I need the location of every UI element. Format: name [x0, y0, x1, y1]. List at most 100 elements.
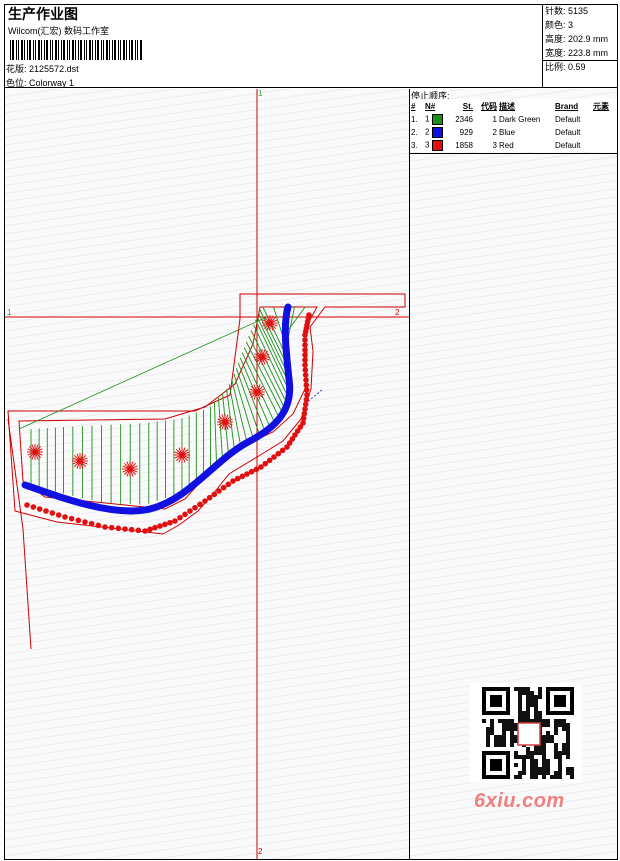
barcode-bar [21, 40, 23, 60]
qr-module [542, 767, 546, 771]
barcode-bar [126, 40, 127, 60]
qr-module [538, 767, 542, 771]
qr-module [542, 775, 546, 779]
stats-separator [542, 60, 618, 61]
red-bead [302, 357, 308, 363]
barcode-bar [35, 40, 36, 60]
red-bead [30, 504, 37, 510]
design-canvas: 1 2 1 2 [5, 89, 410, 859]
qr-module [522, 691, 526, 695]
table-bottom-border [410, 153, 617, 154]
qr-module [566, 739, 570, 743]
qr-module [546, 739, 550, 743]
qr-module [534, 695, 538, 699]
barcode-bar [95, 40, 96, 60]
red-bead [162, 521, 168, 528]
qr-module [542, 743, 546, 747]
red-starburst [27, 444, 43, 460]
barcode-bar [69, 40, 70, 60]
barcode-bar [44, 40, 45, 60]
colorway-value: Colorway 1 [29, 78, 75, 88]
qr-module [526, 687, 530, 691]
qr-finder [554, 695, 566, 707]
qr-module [546, 763, 550, 767]
red-bead [206, 494, 213, 501]
qr-module [526, 695, 530, 699]
barcode-bar [84, 40, 85, 60]
qr-module [542, 747, 546, 751]
barcode-bar [16, 40, 17, 60]
qr-module [558, 771, 562, 775]
red-starburst [249, 384, 265, 400]
design-label: 花版: [6, 64, 27, 74]
qr-module [534, 771, 538, 775]
qr-module [534, 763, 538, 767]
barcode-bar [106, 40, 108, 60]
stat-height: 高度: 202.9 mm [545, 34, 609, 44]
qr-module [482, 719, 486, 723]
red-bead [192, 504, 198, 511]
barcode-bar [109, 40, 110, 60]
red-bead [68, 515, 75, 522]
qr-module [518, 755, 522, 759]
qr-module [518, 775, 522, 779]
qr-module [514, 687, 518, 691]
qr-module [554, 719, 558, 723]
qr-module [490, 727, 494, 731]
qr-module [506, 727, 510, 731]
worksheet-header: 生产作业图 Wilcom(汇宏) 数码工作室 花版: 2125572.dst 色… [4, 4, 618, 88]
barcode-bar [131, 40, 133, 60]
qr-module [534, 767, 538, 771]
qr-module [498, 719, 502, 723]
qr-module [510, 743, 514, 747]
qr-module [566, 755, 570, 759]
seal-stamp [517, 722, 541, 746]
qr-module [566, 771, 570, 775]
stat-width: 宽度: 223.8 mm [545, 48, 609, 58]
red-bead [302, 372, 309, 378]
red-bead [24, 502, 30, 508]
qr-module [542, 759, 546, 763]
barcode-bar [52, 40, 53, 60]
qr-module [538, 747, 542, 751]
red-bead [211, 491, 218, 498]
qr-module [538, 687, 542, 691]
qr-module [526, 715, 530, 719]
red-bead [303, 377, 309, 383]
red-bead [157, 523, 163, 529]
qr-module [562, 719, 566, 723]
qr-module [534, 715, 538, 719]
red-bead [182, 511, 188, 518]
barcode-bar [89, 40, 91, 60]
qr-module [526, 747, 530, 751]
qr-module [530, 763, 534, 767]
qr-module [534, 699, 538, 703]
qr-module [562, 727, 566, 731]
qr-module [494, 743, 498, 747]
red-starburst [262, 315, 278, 331]
qr-module [542, 719, 546, 723]
qr-module [502, 743, 506, 747]
barcode-bar [33, 40, 34, 60]
barcode-bar [12, 40, 14, 60]
qr-module [530, 771, 534, 775]
qr-module [562, 751, 566, 755]
barcode-bar [18, 40, 19, 60]
qr-module [554, 743, 558, 747]
qr-module [490, 731, 494, 735]
qr-module [502, 727, 506, 731]
red-bead [108, 524, 115, 531]
red-bead [82, 519, 88, 525]
qr-module [530, 767, 534, 771]
qr-module [498, 743, 502, 747]
red-bead [102, 524, 108, 530]
colorway: 色位: Colorway 1 [6, 76, 74, 89]
qr-module [526, 751, 530, 755]
qr-module [506, 719, 510, 723]
barcode-bar [140, 40, 142, 60]
barcode-bar [72, 40, 74, 60]
stat-stitch-count: 针数: 5135 [545, 6, 589, 16]
qr-module [494, 735, 498, 739]
qr-module [566, 767, 570, 771]
barcode-bar [61, 40, 62, 60]
